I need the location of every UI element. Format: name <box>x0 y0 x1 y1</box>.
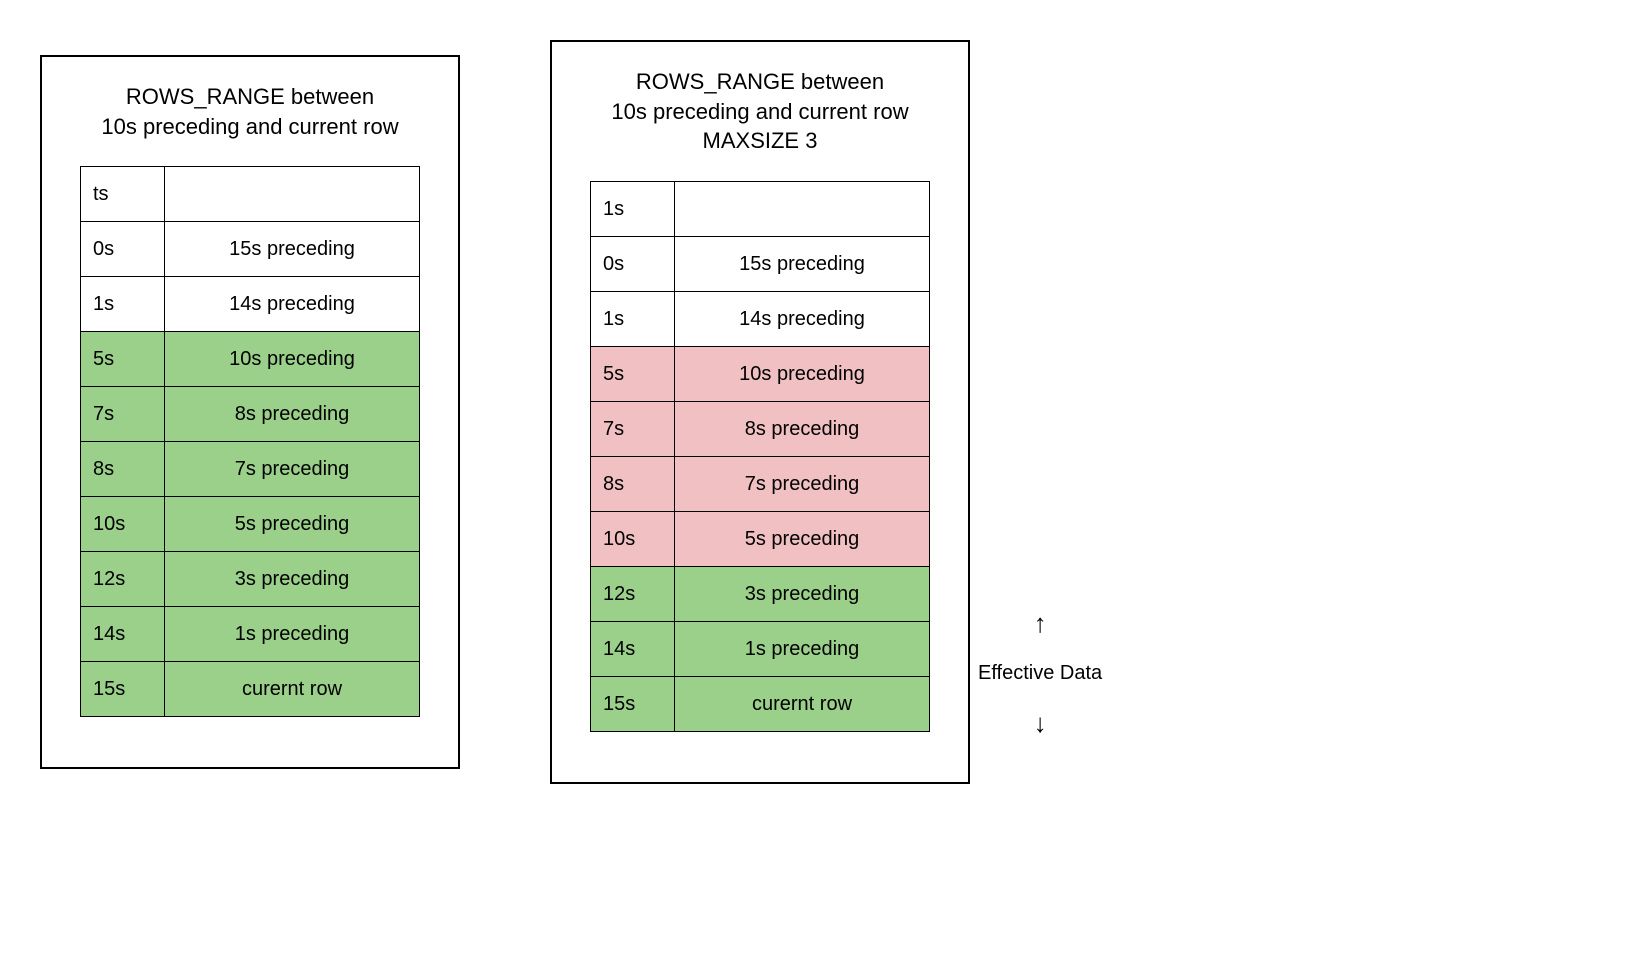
desc-cell: 3s preceding <box>675 567 930 622</box>
effective-data-annotation: ↑ Effective Data ↓ <box>978 613 1102 734</box>
table-row: 1s14s preceding <box>81 277 420 332</box>
desc-cell: 8s preceding <box>675 402 930 457</box>
desc-cell: 15s preceding <box>675 237 930 292</box>
desc-cell: 14s preceding <box>165 277 420 332</box>
ts-cell: 8s <box>591 457 675 512</box>
table-row: 0s15s preceding <box>591 237 930 292</box>
desc-cell <box>165 167 420 222</box>
table-row: 14s1s preceding <box>81 607 420 662</box>
table-row: 10s5s preceding <box>81 497 420 552</box>
desc-cell: 1s preceding <box>165 607 420 662</box>
ts-cell: 15s <box>591 677 675 732</box>
right-table-body: 1s0s15s preceding1s14s preceding5s10s pr… <box>591 182 930 732</box>
desc-cell: 3s preceding <box>165 552 420 607</box>
desc-cell: curernt row <box>675 677 930 732</box>
ts-cell: 15s <box>81 662 165 717</box>
ts-cell: 1s <box>81 277 165 332</box>
table-row: 1s14s preceding <box>591 292 930 347</box>
ts-cell: 14s <box>591 622 675 677</box>
ts-cell: 5s <box>591 347 675 402</box>
left-panel-title: ROWS_RANGE between 10s preceding and cur… <box>101 82 398 141</box>
desc-cell: 1s preceding <box>675 622 930 677</box>
desc-cell: 8s preceding <box>165 387 420 442</box>
desc-cell: 10s preceding <box>675 347 930 402</box>
ts-cell: 0s <box>591 237 675 292</box>
table-row: 5s10s preceding <box>591 347 930 402</box>
desc-cell: curernt row <box>165 662 420 717</box>
desc-cell <box>675 182 930 237</box>
table-row: 0s15s preceding <box>81 222 420 277</box>
right-panel: ROWS_RANGE between 10s preceding and cur… <box>550 40 970 784</box>
table-row: 15scurernt row <box>81 662 420 717</box>
desc-cell: 14s preceding <box>675 292 930 347</box>
left-table: ts0s15s preceding1s14s preceding5s10s pr… <box>80 166 420 717</box>
left-panel-wrap: ROWS_RANGE between 10s preceding and cur… <box>40 40 460 784</box>
annotation-label: Effective Data <box>978 662 1102 685</box>
desc-cell: 5s preceding <box>165 497 420 552</box>
ts-cell: 0s <box>81 222 165 277</box>
desc-cell: 10s preceding <box>165 332 420 387</box>
table-row: 8s7s preceding <box>591 457 930 512</box>
table-row: 8s7s preceding <box>81 442 420 497</box>
ts-cell: 10s <box>81 497 165 552</box>
left-panel: ROWS_RANGE between 10s preceding and cur… <box>40 55 460 769</box>
right-panel-title: ROWS_RANGE between 10s preceding and cur… <box>611 67 908 156</box>
desc-cell: 7s preceding <box>165 442 420 497</box>
table-row: 1s <box>591 182 930 237</box>
desc-cell: 7s preceding <box>675 457 930 512</box>
ts-cell: 12s <box>591 567 675 622</box>
desc-cell: 15s preceding <box>165 222 420 277</box>
table-row: 14s1s preceding <box>591 622 930 677</box>
ts-cell: 10s <box>591 512 675 567</box>
table-row: 10s5s preceding <box>591 512 930 567</box>
ts-cell: ts <box>81 167 165 222</box>
ts-cell: 8s <box>81 442 165 497</box>
arrow-up-icon: ↑ <box>1034 613 1047 634</box>
table-row: ts <box>81 167 420 222</box>
right-table: 1s0s15s preceding1s14s preceding5s10s pr… <box>590 181 930 732</box>
ts-cell: 5s <box>81 332 165 387</box>
ts-cell: 7s <box>591 402 675 457</box>
table-row: 5s10s preceding <box>81 332 420 387</box>
left-table-body: ts0s15s preceding1s14s preceding5s10s pr… <box>81 167 420 717</box>
table-row: 7s8s preceding <box>591 402 930 457</box>
right-panel-wrap: ROWS_RANGE between 10s preceding and cur… <box>550 40 1102 784</box>
table-row: 7s8s preceding <box>81 387 420 442</box>
ts-cell: 1s <box>591 292 675 347</box>
ts-cell: 12s <box>81 552 165 607</box>
table-row: 12s3s preceding <box>81 552 420 607</box>
table-row: 15scurernt row <box>591 677 930 732</box>
ts-cell: 1s <box>591 182 675 237</box>
table-row: 12s3s preceding <box>591 567 930 622</box>
ts-cell: 14s <box>81 607 165 662</box>
desc-cell: 5s preceding <box>675 512 930 567</box>
ts-cell: 7s <box>81 387 165 442</box>
arrow-down-icon: ↓ <box>1034 713 1047 734</box>
